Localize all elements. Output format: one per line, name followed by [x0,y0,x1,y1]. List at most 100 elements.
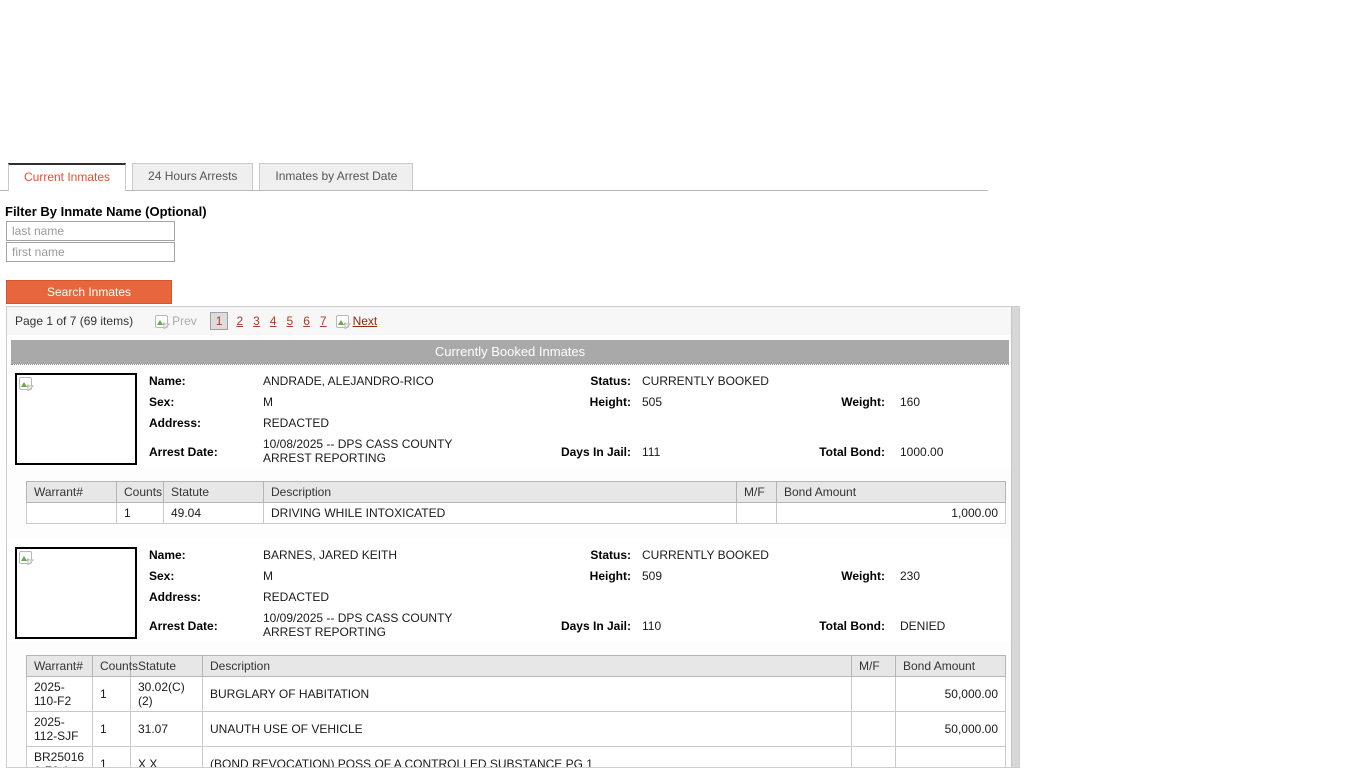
bond-amount-header: Bond Amount [896,656,1006,677]
inmate-details: Name: BARNES, JARED KEITH Status: CURREN… [137,545,1011,641]
tab-24-hours-arrests[interactable]: 24 Hours Arrests [132,163,253,190]
address-value: REDACTED [263,590,1011,604]
bond-amount-cell: 1,000.00 [777,503,1006,524]
status-label: Status: [488,374,631,388]
results-panel: Page 1 of 7 (69 items) Prev 1 2 3 4 5 6 … [6,306,1020,768]
pager-prev-link[interactable]: Prev [172,314,197,328]
sex-value: M [263,569,488,583]
filter-heading: Filter By Inmate Name (Optional) [5,204,207,219]
status-label: Status: [488,548,631,562]
address-value: REDACTED [263,416,1011,430]
weight-value: 160 [885,395,1011,409]
mf-cell [737,503,777,524]
statute-cell: 31.07 [131,712,203,747]
broken-image-icon [155,315,170,329]
statute-header: Statute [131,656,203,677]
charge-row: BR250160-F2-1 1 X X (BOND REVOCATION) PO… [27,747,1006,768]
total-bond-value: DENIED [885,619,1011,633]
warrant-cell: BR250160-F2-1 [27,747,93,768]
total-bond-value: 1000.00 [885,445,1011,459]
statute-cell: X X [131,747,203,768]
mf-header: M/F [852,656,896,677]
name-label: Name: [149,548,263,562]
pager-page-3[interactable]: 3 [253,314,260,328]
pager-page-2[interactable]: 2 [236,314,243,328]
arrest-date-label: Arrest Date: [149,445,263,459]
bond-amount-cell [896,747,1006,768]
days-in-jail-label: Days In Jail: [488,445,631,459]
arrest-date-value: 10/08/2025 -- DPS CASS COUNTY ARREST REP… [263,437,488,465]
sex-label: Sex: [149,395,263,409]
name-label: Name: [149,374,263,388]
warrant-cell [27,503,117,524]
counts-header: Counts [93,656,131,677]
total-bond-label: Total Bond: [761,445,885,459]
counts-header: Counts [117,482,164,503]
mf-cell [852,677,896,712]
statute-header: Statute [164,482,264,503]
mf-cell [852,747,896,768]
arrest-date-value: 10/09/2025 -- DPS CASS COUNTY ARREST REP… [263,611,488,639]
name-value: BARNES, JARED KEITH [263,548,488,562]
statute-cell: 49.04 [164,503,264,524]
address-label: Address: [149,590,263,604]
charge-row: 1 49.04 DRIVING WHILE INTOXICATED 1,000.… [27,503,1006,524]
pager-page-6[interactable]: 6 [303,314,310,328]
mf-header: M/F [737,482,777,503]
first-name-input[interactable] [6,242,175,262]
counts-cell: 1 [117,503,164,524]
sex-label: Sex: [149,569,263,583]
tab-inmates-by-arrest-date[interactable]: Inmates by Arrest Date [259,163,413,190]
status-value: CURRENTLY BOOKED [631,374,1011,388]
pager-page-7[interactable]: 7 [320,314,327,328]
arrest-date-label: Arrest Date: [149,619,263,633]
status-value: CURRENTLY BOOKED [631,548,1011,562]
bond-amount-cell: 50,000.00 [896,712,1006,747]
warrant-header: Warrant# [27,656,93,677]
tab-strip: Current Inmates 24 Hours Arrests Inmates… [0,163,988,191]
inmate-record: Name: ANDRADE, ALEJANDRO-RICO Status: CU… [7,365,1011,467]
inmate-details: Name: ANDRADE, ALEJANDRO-RICO Status: CU… [137,371,1011,467]
broken-image-icon [19,377,34,391]
last-name-input[interactable] [6,221,175,241]
warrant-cell: 2025-112-SJF [27,712,93,747]
sex-value: M [263,395,488,409]
counts-cell: 1 [93,677,131,712]
inmate-roster-page: Current Inmates 24 Hours Arrests Inmates… [0,0,1366,768]
pager: Page 1 of 7 (69 items) Prev 1 2 3 4 5 6 … [7,307,1011,335]
height-value: 505 [631,395,761,409]
charges-table: Warrant# Counts Statute Description M/F … [26,481,1006,524]
pager-page-5[interactable]: 5 [287,314,294,328]
broken-image-icon [19,551,34,565]
pager-page-1-current[interactable]: 1 [210,312,229,330]
height-label: Height: [488,569,631,583]
total-bond-label: Total Bond: [761,619,885,633]
description-cell: BURGLARY OF HABITATION [203,677,852,712]
pager-page-4[interactable]: 4 [270,314,277,328]
pager-next-link[interactable]: Next [353,314,378,328]
search-inmates-button[interactable]: Search Inmates [6,280,172,304]
weight-value: 230 [885,569,1011,583]
inmate-record: Name: BARNES, JARED KEITH Status: CURREN… [7,539,1011,641]
broken-image-icon [336,315,351,329]
charge-row: 2025-110-F2 1 30.02(C)(2) BURGLARY OF HA… [27,677,1006,712]
mf-cell [852,712,896,747]
description-cell: DRIVING WHILE INTOXICATED [264,503,737,524]
days-in-jail-label: Days In Jail: [488,619,631,633]
weight-label: Weight: [761,569,885,583]
pager-summary: Page 1 of 7 (69 items) [15,314,133,328]
description-header: Description [203,656,852,677]
description-cell: (BOND REVOCATION) POSS OF A CONTROLLED S… [203,747,852,768]
counts-cell: 1 [93,747,131,768]
description-cell: UNAUTH USE OF VEHICLE [203,712,852,747]
bond-amount-header: Bond Amount [777,482,1006,503]
charges-table: Warrant# Counts Statute Description M/F … [26,655,1006,768]
weight-label: Weight: [761,395,885,409]
days-in-jail-value: 111 [631,445,761,459]
tab-current-inmates[interactable]: Current Inmates [8,163,126,191]
charges-header-row: Warrant# Counts Statute Description M/F … [27,656,1006,677]
description-header: Description [264,482,737,503]
vertical-scrollbar[interactable] [1011,307,1019,768]
inmate-photo [15,373,137,465]
charge-row: 2025-112-SJF 1 31.07 UNAUTH USE OF VEHIC… [27,712,1006,747]
